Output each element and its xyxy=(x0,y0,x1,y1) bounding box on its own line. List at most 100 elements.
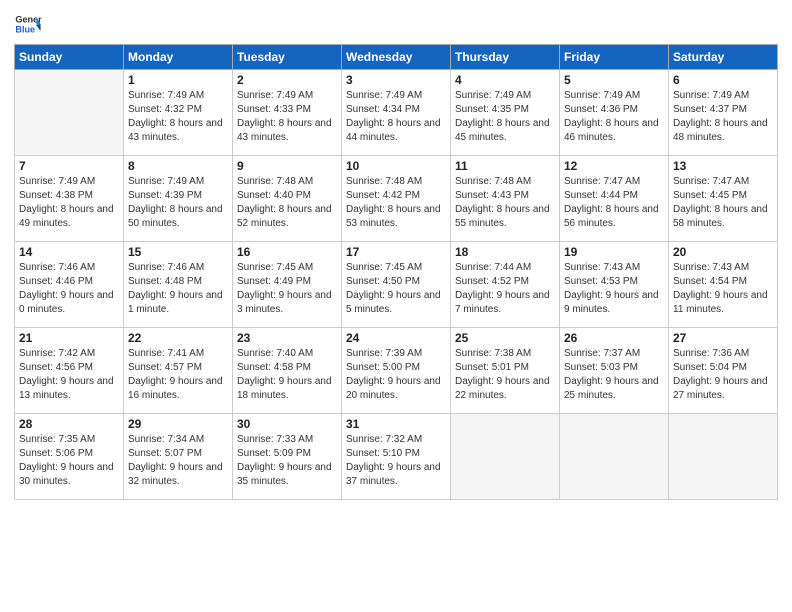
day-cell xyxy=(451,414,560,500)
day-cell: 1Sunrise: 7:49 AMSunset: 4:32 PMDaylight… xyxy=(124,70,233,156)
day-cell: 12 Sunrise: 7:47 AMSunset: 4:44 PMDayligh… xyxy=(560,156,669,242)
day-number: 12 xyxy=(564,159,664,173)
day-cell: 3Sunrise: 7:49 AMSunset: 4:34 PMDaylight… xyxy=(342,70,451,156)
svg-text:Blue: Blue xyxy=(15,24,35,34)
weekday-header-thursday: Thursday xyxy=(451,45,560,70)
day-cell: 2 Sunrise: 7:49 AMSunset: 4:33 PMDaylight… xyxy=(233,70,342,156)
weekday-header-row: SundayMondayTuesdayWednesdayThursdayFrid… xyxy=(15,45,778,70)
day-info: Sunrise: 7:33 AMSunset: 5:09 PMDaylight:… xyxy=(237,433,337,489)
day-number: 19 xyxy=(564,245,664,259)
week-row-3: 14 Sunrise: 7:46 AMSunset: 4:46 PMDayligh… xyxy=(15,242,778,328)
day-number: 16 xyxy=(237,245,337,259)
day-cell: 11 Sunrise: 7:48 AMSunset: 4:43 PMDayligh… xyxy=(451,156,560,242)
day-cell: 22 Sunrise: 7:41 AMSunset: 4:57 PMDayligh… xyxy=(124,328,233,414)
logo: General Blue xyxy=(14,10,42,38)
day-info: Sunrise: 7:41 AMSunset: 4:57 PMDaylight:… xyxy=(128,347,228,403)
day-cell xyxy=(669,414,778,500)
day-cell: 16 Sunrise: 7:45 AMSunset: 4:49 PMDayligh… xyxy=(233,242,342,328)
weekday-header-monday: Monday xyxy=(124,45,233,70)
day-number: 24 xyxy=(346,331,446,345)
day-number: 2 xyxy=(237,73,337,87)
day-cell: 4 Sunrise: 7:49 AMSunset: 4:35 PMDaylight… xyxy=(451,70,560,156)
day-number: 30 xyxy=(237,417,337,431)
day-number: 23 xyxy=(237,331,337,345)
day-cell: 27Sunrise: 7:36 AMSunset: 5:04 PMDayligh… xyxy=(669,328,778,414)
day-cell: 6 Sunrise: 7:49 AMSunset: 4:37 PMDaylight… xyxy=(669,70,778,156)
day-info: Sunrise: 7:48 AMSunset: 4:43 PMDaylight:… xyxy=(455,175,555,231)
day-number: 13 xyxy=(673,159,773,173)
day-info: Sunrise: 7:37 AMSunset: 5:03 PMDaylight:… xyxy=(564,347,664,403)
day-info: Sunrise: 7:49 AMSunset: 4:33 PMDaylight:… xyxy=(237,89,337,145)
day-info: Sunrise: 7:47 AMSunset: 4:45 PMDaylight:… xyxy=(673,175,773,231)
day-number: 10 xyxy=(346,159,446,173)
day-number: 20 xyxy=(673,245,773,259)
day-info: Sunrise: 7:43 AMSunset: 4:54 PMDaylight:… xyxy=(673,261,773,317)
day-info: Sunrise: 7:49 AMSunset: 4:36 PMDaylight:… xyxy=(564,89,664,145)
day-number: 31 xyxy=(346,417,446,431)
day-cell: 14 Sunrise: 7:46 AMSunset: 4:46 PMDayligh… xyxy=(15,242,124,328)
day-number: 14 xyxy=(19,245,119,259)
day-number: 15 xyxy=(128,245,228,259)
day-number: 28 xyxy=(19,417,119,431)
day-info: Sunrise: 7:44 AMSunset: 4:52 PMDaylight:… xyxy=(455,261,555,317)
day-cell xyxy=(15,70,124,156)
day-info: Sunrise: 7:35 AMSunset: 5:06 PMDaylight:… xyxy=(19,433,119,489)
day-info: Sunrise: 7:49 AMSunset: 4:37 PMDaylight:… xyxy=(673,89,773,145)
day-info: Sunrise: 7:42 AMSunset: 4:56 PMDaylight:… xyxy=(19,347,119,403)
day-number: 4 xyxy=(455,73,555,87)
week-row-5: 28 Sunrise: 7:35 AMSunset: 5:06 PMDayligh… xyxy=(15,414,778,500)
day-cell: 20 Sunrise: 7:43 AMSunset: 4:54 PMDayligh… xyxy=(669,242,778,328)
day-cell: 29Sunrise: 7:34 AMSunset: 5:07 PMDayligh… xyxy=(124,414,233,500)
day-info: Sunrise: 7:38 AMSunset: 5:01 PMDaylight:… xyxy=(455,347,555,403)
day-info: Sunrise: 7:45 AMSunset: 4:49 PMDaylight:… xyxy=(237,261,337,317)
weekday-header-saturday: Saturday xyxy=(669,45,778,70)
day-info: Sunrise: 7:49 AMSunset: 4:39 PMDaylight:… xyxy=(128,175,228,231)
week-row-2: 7 Sunrise: 7:49 AMSunset: 4:38 PMDaylight… xyxy=(15,156,778,242)
day-cell: 17 Sunrise: 7:45 AMSunset: 4:50 PMDayligh… xyxy=(342,242,451,328)
day-number: 6 xyxy=(673,73,773,87)
day-info: Sunrise: 7:34 AMSunset: 5:07 PMDaylight:… xyxy=(128,433,228,489)
day-cell: 15 Sunrise: 7:46 AMSunset: 4:48 PMDayligh… xyxy=(124,242,233,328)
day-number: 11 xyxy=(455,159,555,173)
day-info: Sunrise: 7:48 AMSunset: 4:40 PMDaylight:… xyxy=(237,175,337,231)
day-cell: 25 Sunrise: 7:38 AMSunset: 5:01 PMDayligh… xyxy=(451,328,560,414)
day-cell: 21Sunrise: 7:42 AMSunset: 4:56 PMDayligh… xyxy=(15,328,124,414)
day-info: Sunrise: 7:43 AMSunset: 4:53 PMDaylight:… xyxy=(564,261,664,317)
day-cell: 28 Sunrise: 7:35 AMSunset: 5:06 PMDayligh… xyxy=(15,414,124,500)
weekday-header-tuesday: Tuesday xyxy=(233,45,342,70)
day-number: 22 xyxy=(128,331,228,345)
week-row-1: 1Sunrise: 7:49 AMSunset: 4:32 PMDaylight… xyxy=(15,70,778,156)
day-cell: 8 Sunrise: 7:49 AMSunset: 4:39 PMDaylight… xyxy=(124,156,233,242)
day-info: Sunrise: 7:40 AMSunset: 4:58 PMDaylight:… xyxy=(237,347,337,403)
day-info: Sunrise: 7:36 AMSunset: 5:04 PMDaylight:… xyxy=(673,347,773,403)
calendar-table: SundayMondayTuesdayWednesdayThursdayFrid… xyxy=(14,44,778,500)
day-info: Sunrise: 7:49 AMSunset: 4:35 PMDaylight:… xyxy=(455,89,555,145)
day-number: 7 xyxy=(19,159,119,173)
day-info: Sunrise: 7:49 AMSunset: 4:32 PMDaylight:… xyxy=(128,89,228,145)
day-cell: 19 Sunrise: 7:43 AMSunset: 4:53 PMDayligh… xyxy=(560,242,669,328)
main-container: General Blue SundayMondayTuesdayWednesda… xyxy=(0,0,792,510)
day-number: 8 xyxy=(128,159,228,173)
weekday-header-friday: Friday xyxy=(560,45,669,70)
weekday-header-wednesday: Wednesday xyxy=(342,45,451,70)
day-cell: 24 Sunrise: 7:39 AMSunset: 5:00 PMDayligh… xyxy=(342,328,451,414)
day-cell: 10 Sunrise: 7:48 AMSunset: 4:42 PMDayligh… xyxy=(342,156,451,242)
day-number: 9 xyxy=(237,159,337,173)
day-info: Sunrise: 7:39 AMSunset: 5:00 PMDaylight:… xyxy=(346,347,446,403)
day-cell: 23 Sunrise: 7:40 AMSunset: 4:58 PMDayligh… xyxy=(233,328,342,414)
day-number: 18 xyxy=(455,245,555,259)
day-info: Sunrise: 7:47 AMSunset: 4:44 PMDaylight:… xyxy=(564,175,664,231)
day-cell: 7 Sunrise: 7:49 AMSunset: 4:38 PMDaylight… xyxy=(15,156,124,242)
day-cell: 26Sunrise: 7:37 AMSunset: 5:03 PMDayligh… xyxy=(560,328,669,414)
day-info: Sunrise: 7:46 AMSunset: 4:46 PMDaylight:… xyxy=(19,261,119,317)
day-cell xyxy=(560,414,669,500)
day-number: 3 xyxy=(346,73,446,87)
day-number: 25 xyxy=(455,331,555,345)
day-cell: 13 Sunrise: 7:47 AMSunset: 4:45 PMDayligh… xyxy=(669,156,778,242)
day-number: 17 xyxy=(346,245,446,259)
header: General Blue xyxy=(14,10,778,38)
day-info: Sunrise: 7:49 AMSunset: 4:38 PMDaylight:… xyxy=(19,175,119,231)
day-info: Sunrise: 7:45 AMSunset: 4:50 PMDaylight:… xyxy=(346,261,446,317)
day-info: Sunrise: 7:48 AMSunset: 4:42 PMDaylight:… xyxy=(346,175,446,231)
day-info: Sunrise: 7:46 AMSunset: 4:48 PMDaylight:… xyxy=(128,261,228,317)
